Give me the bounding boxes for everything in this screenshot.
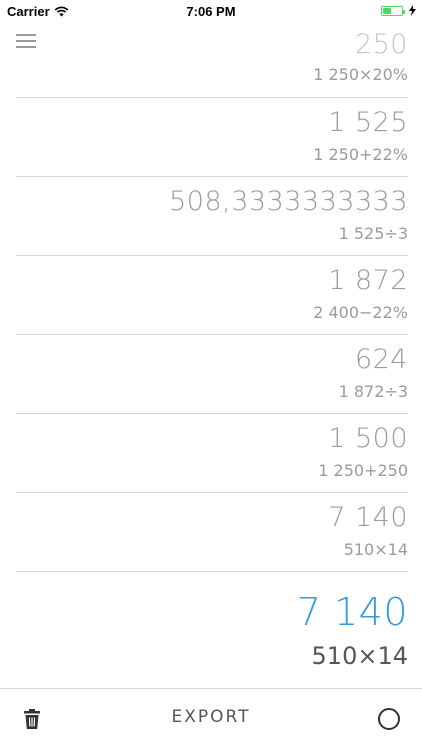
current-result[interactable]: 7 140 xyxy=(297,590,408,634)
history-list: 250 1 250×20% 1 525 1 250+22% 508,333333… xyxy=(16,22,408,572)
history-row[interactable]: 624 1 872÷3 xyxy=(16,335,408,414)
history-row[interactable]: 1 525 1 250+22% xyxy=(16,98,408,177)
history-row[interactable]: 7 140 510×14 xyxy=(16,493,408,572)
history-expression: 1 250×20% xyxy=(313,65,408,84)
history-expression: 1 250+22% xyxy=(313,145,408,164)
history-result: 7 140 xyxy=(328,502,408,533)
status-right xyxy=(381,5,416,16)
history-result: 250 xyxy=(354,29,408,60)
history-result: 624 xyxy=(354,344,408,375)
history-row[interactable]: 1 500 1 250+250 xyxy=(16,414,408,493)
history-expression: 1 872÷3 xyxy=(338,382,408,401)
trash-icon[interactable] xyxy=(22,708,42,730)
history-result: 1 872 xyxy=(328,265,408,296)
history-expression: 1 525÷3 xyxy=(338,224,408,243)
history-expression: 510×14 xyxy=(343,540,408,559)
history-result: 1 525 xyxy=(328,107,408,138)
current-expression[interactable]: 510×14 xyxy=(312,642,408,670)
current-calculation: 7 140 510×14 xyxy=(16,578,408,688)
history-row[interactable]: 508,3333333333 1 525÷3 xyxy=(16,177,408,256)
history-row[interactable]: 1 872 2 400−22% xyxy=(16,256,408,335)
charging-bolt-icon xyxy=(409,5,416,16)
history-expression: 2 400−22% xyxy=(313,303,408,322)
history-result: 508,3333333333 xyxy=(169,186,408,217)
battery-icon xyxy=(381,5,405,16)
battery-level xyxy=(383,7,391,14)
bottom-toolbar: EXPORT xyxy=(0,688,422,750)
history-result: 1 500 xyxy=(328,423,408,454)
circle-icon[interactable] xyxy=(378,708,400,730)
export-button[interactable]: EXPORT xyxy=(161,707,261,727)
status-bar: Carrier 7:06 PM xyxy=(0,0,422,22)
history-row[interactable]: 250 1 250×20% xyxy=(16,22,408,98)
history-expression: 1 250+250 xyxy=(318,461,408,480)
status-time: 7:06 PM xyxy=(186,4,236,19)
